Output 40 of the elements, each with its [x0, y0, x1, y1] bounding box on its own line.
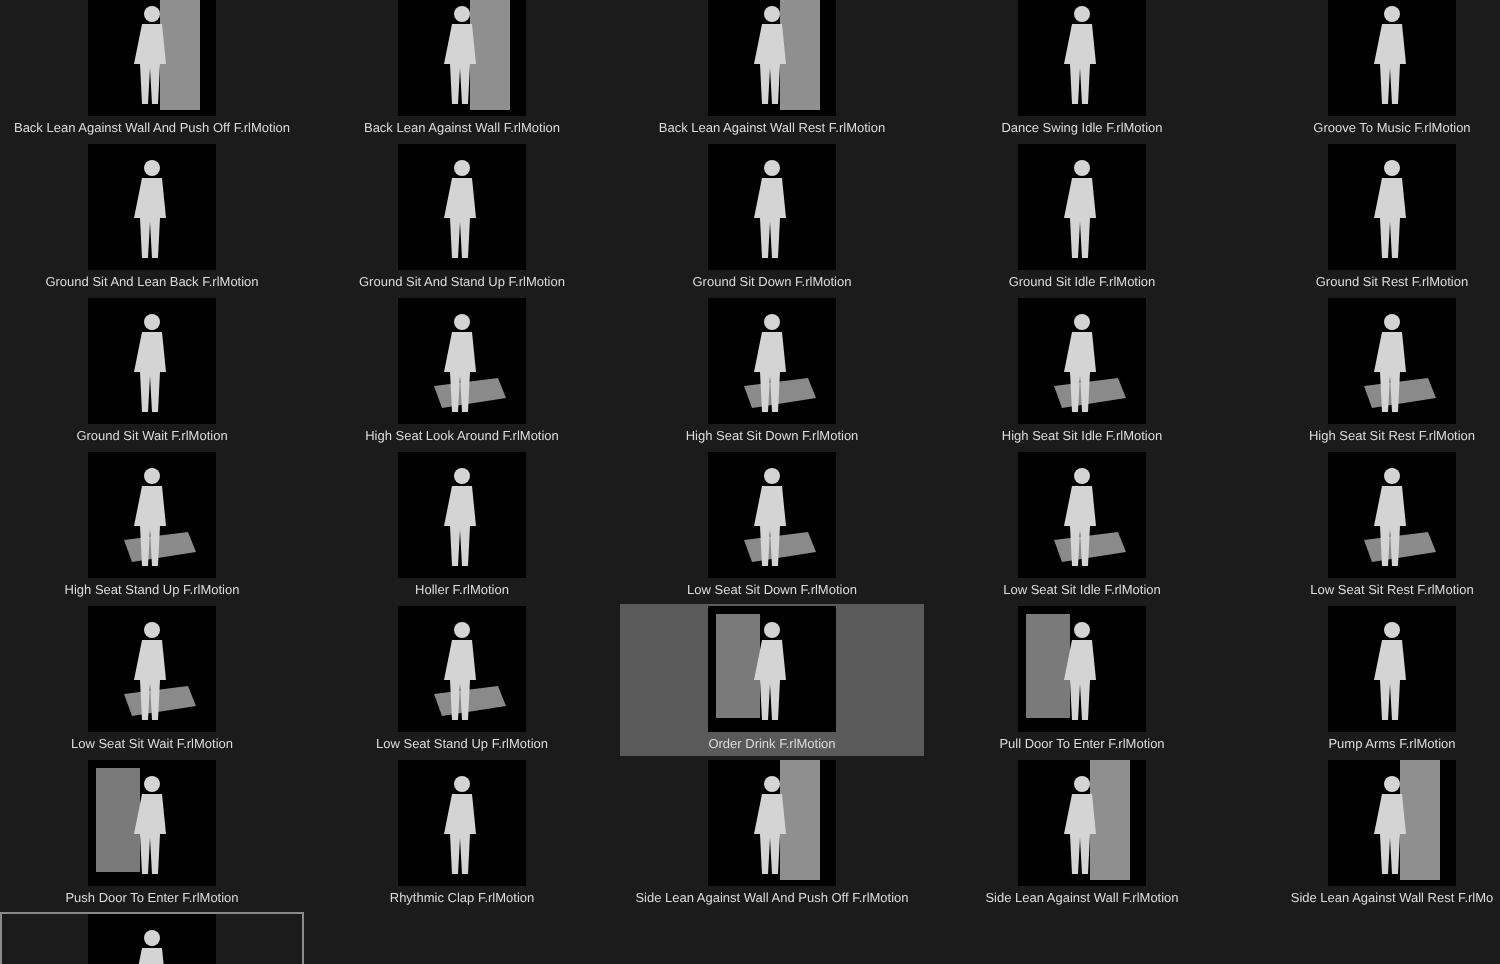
mannequin-drawing	[1374, 776, 1406, 874]
mannequin-drawing	[134, 776, 166, 874]
wall-drawing	[1090, 760, 1130, 880]
mannequin-drawing	[754, 314, 786, 412]
wall-drawing	[470, 0, 510, 110]
mannequin-drawing	[444, 314, 476, 412]
mannequin-drawing	[1064, 468, 1096, 566]
mannequin-drawing	[134, 6, 166, 104]
mannequin-drawing	[444, 6, 476, 104]
mannequin-drawing	[444, 468, 476, 566]
mannequin-drawing	[444, 622, 476, 720]
door-drawing	[96, 768, 140, 872]
mannequin-drawing	[1064, 6, 1096, 104]
mannequin-drawing	[134, 622, 166, 720]
mannequin-drawing	[1064, 622, 1096, 720]
wall-drawing	[160, 0, 200, 110]
mannequin-drawing	[754, 160, 786, 258]
mannequin-drawing	[134, 160, 166, 258]
mannequin-drawing	[1064, 160, 1096, 258]
wall-drawing	[1400, 760, 1440, 880]
mannequin-drawing	[134, 930, 166, 964]
mannequin-drawing	[754, 468, 786, 566]
mannequin-drawing	[1064, 314, 1096, 412]
mannequin-drawing	[444, 776, 476, 874]
mannequin-drawing	[1374, 6, 1406, 104]
mannequin-drawing	[1064, 776, 1096, 874]
mannequin-drawing	[1374, 622, 1406, 720]
mannequin-drawing	[134, 314, 166, 412]
wall-drawing	[780, 760, 820, 880]
door-drawing	[716, 614, 760, 718]
mannequin-drawing	[134, 468, 166, 566]
wall-drawing	[780, 0, 820, 110]
mannequin-drawing	[444, 160, 476, 258]
mannequin-drawing	[1374, 160, 1406, 258]
mannequin-drawing	[754, 776, 786, 874]
mannequin-drawing	[754, 6, 786, 104]
mannequin-drawing	[1374, 314, 1406, 412]
mannequin-drawing	[754, 622, 786, 720]
mannequin-drawing	[1374, 468, 1406, 566]
door-drawing	[1026, 614, 1070, 718]
